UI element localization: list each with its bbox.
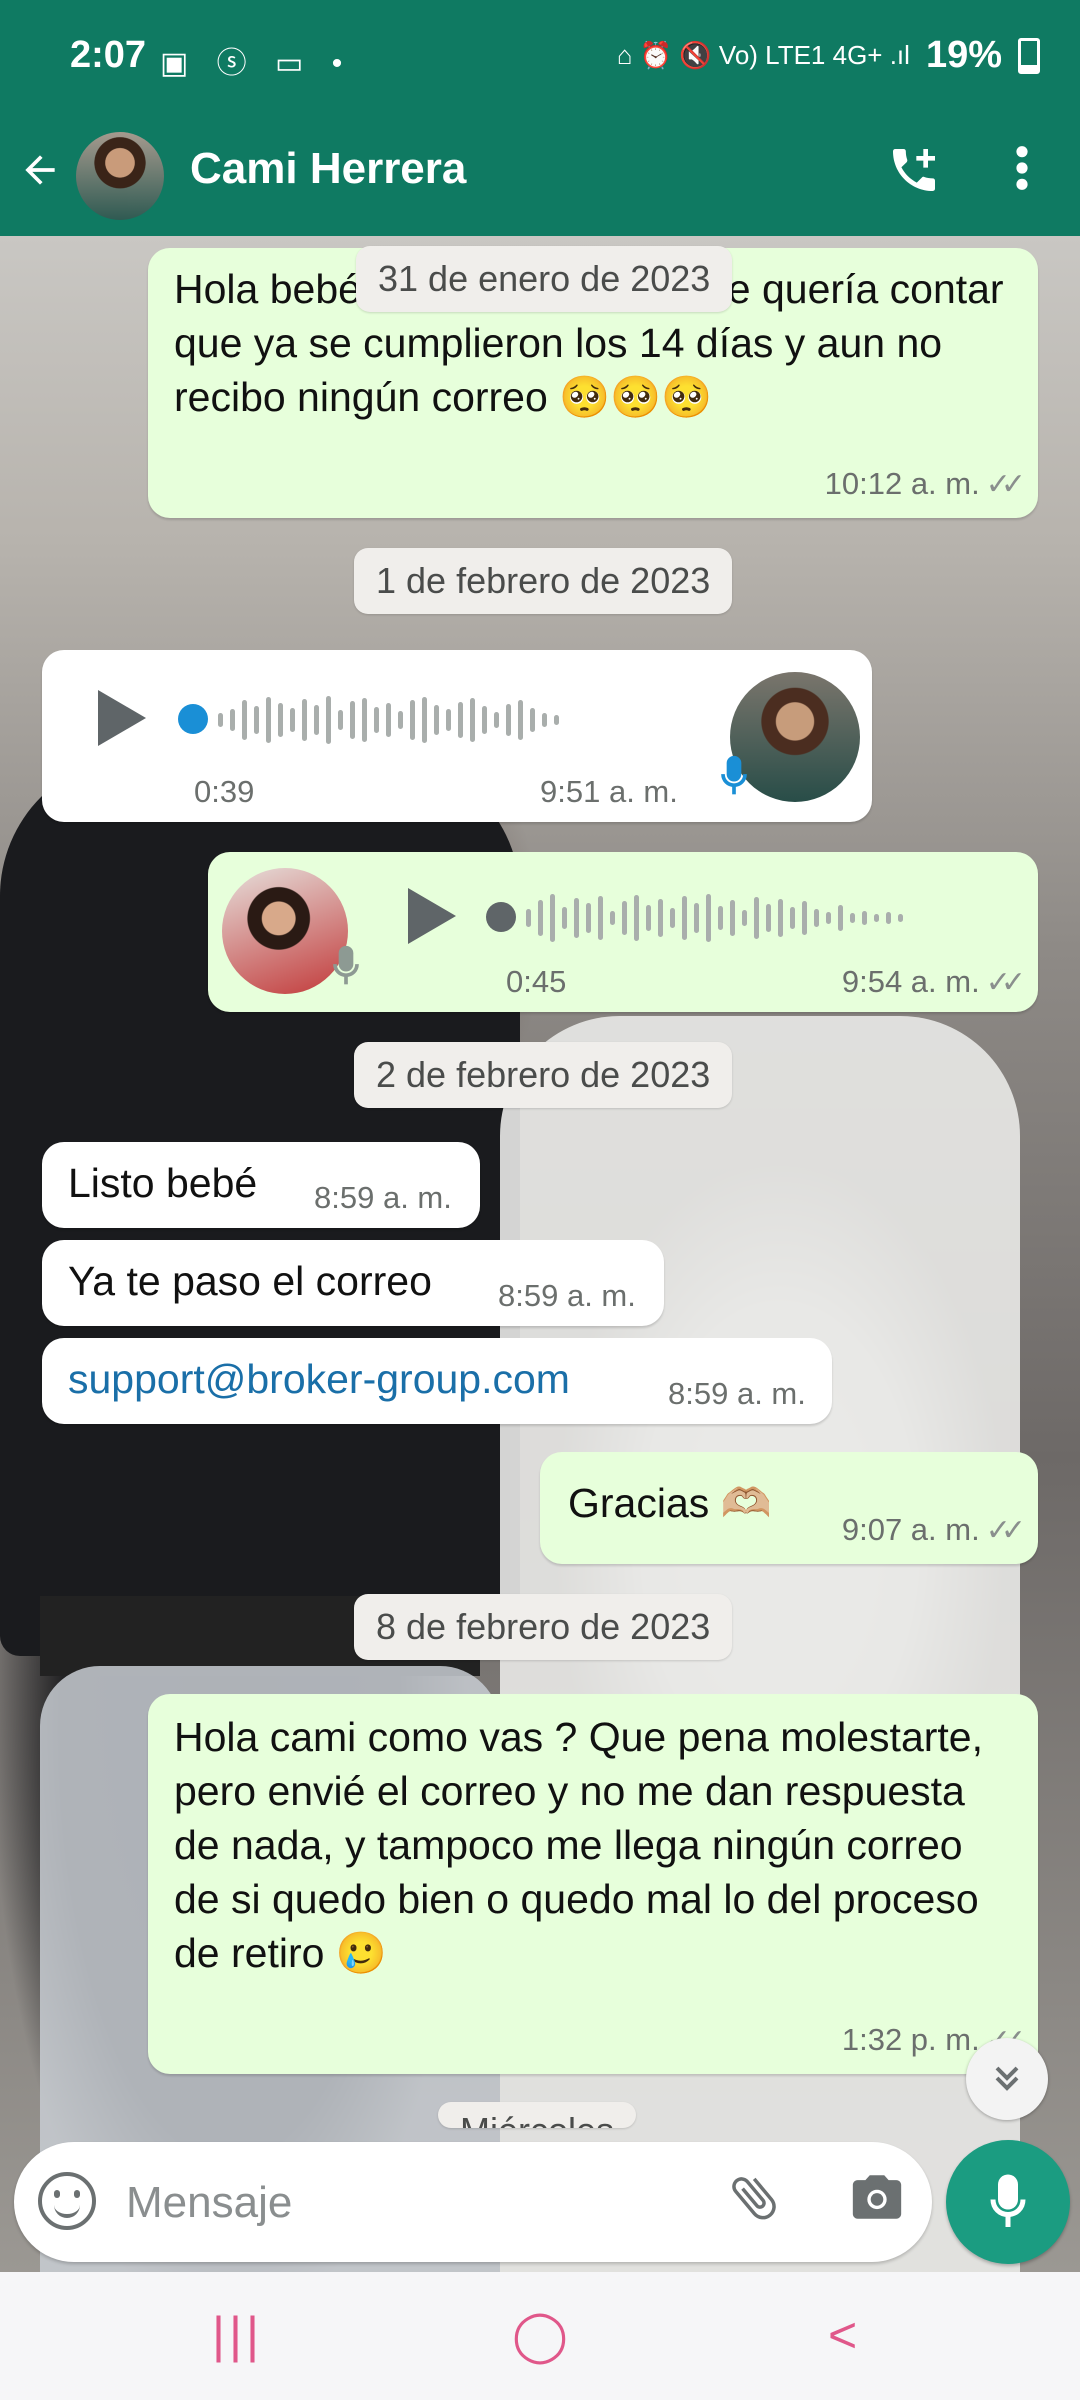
message-time: 9:07 a. m.	[841, 1512, 980, 1547]
date-chip: 1 de febrero de 2023	[354, 548, 733, 614]
playback-position[interactable]	[486, 902, 516, 932]
status-time: 2:07	[70, 34, 147, 76]
contact-name[interactable]: Cami Herrera	[190, 144, 466, 194]
incoming-voice-message[interactable]: 0:39 9:51 a. m.	[42, 650, 872, 822]
arrow-left-icon[interactable]	[18, 148, 62, 201]
date-chip-label: Miércoles	[460, 2110, 614, 2128]
message-text: Gracias 🫶🏼	[568, 1480, 772, 1526]
battery-icon	[1018, 37, 1040, 74]
waveform[interactable]	[526, 888, 903, 948]
outgoing-voice-message[interactable]: 0:45 9:54 a. m. ✓✓	[208, 852, 1038, 1012]
date-chip: 8 de febrero de 2023	[354, 1594, 733, 1660]
incoming-message[interactable]: Ya te paso el correo 8:59 a. m.	[42, 1240, 664, 1326]
battery-level: 19%	[925, 34, 1002, 76]
home-button[interactable]: ◯	[512, 2306, 568, 2364]
message-time: 1:32 p. m.	[841, 2022, 980, 2057]
recents-button[interactable]: |||	[212, 2306, 263, 2364]
outgoing-message[interactable]: Hola cami como vas ? Que pena molestarte…	[148, 1694, 1038, 2074]
message-time: 8:59 a. m.	[498, 1278, 636, 1313]
scroll-to-bottom-button[interactable]	[966, 2038, 1048, 2120]
message-text: Hola cami como vas ? Que pena molestarte…	[174, 1714, 983, 1976]
system-status-icons: ⌂ ⏰ 🔇 Vo) LTE1 4G+ .ıl	[616, 40, 910, 70]
notification-icons: ▣ ⓢ ▭ •	[160, 47, 353, 80]
status-bar: 2:07 ▣ ⓢ ▭ • ⌂ ⏰ 🔇 Vo) LTE1 4G+ .ıl 19%	[0, 0, 1080, 118]
message-meta: 9:54 a. m. ✓✓	[841, 964, 1026, 1000]
date-chip: 2 de febrero de 2023	[354, 1042, 733, 1108]
double-check-icon: ✓✓	[985, 1514, 1026, 1547]
double-check-icon: ✓✓	[985, 468, 1026, 501]
mic-icon	[718, 754, 750, 808]
outgoing-message[interactable]: Gracias 🫶🏼 9:07 a. m. ✓✓	[540, 1452, 1038, 1564]
message-time: 8:59 a. m.	[314, 1180, 452, 1215]
camera-icon[interactable]	[848, 2172, 906, 2219]
message-input[interactable]	[124, 2164, 688, 2242]
message-time: 8:59 a. m.	[668, 1376, 806, 1411]
mic-icon	[330, 944, 362, 998]
message-composer	[14, 2142, 932, 2262]
email-link[interactable]: support@broker-group.com	[68, 1352, 570, 1406]
play-icon[interactable]	[98, 690, 146, 746]
back-button[interactable]: <	[828, 2306, 857, 2364]
incoming-message[interactable]: support@broker-group.com 8:59 a. m.	[42, 1338, 832, 1424]
contact-avatar[interactable]	[76, 132, 164, 220]
system-navigation-bar: ||| ◯ <	[0, 2272, 1080, 2400]
message-time: 9:51 a. m.	[540, 774, 678, 809]
message-time: 9:54 a. m.	[841, 964, 980, 999]
chat-header: Cami Herrera	[0, 118, 1080, 236]
add-call-icon[interactable]	[886, 142, 942, 211]
voice-duration: 0:45	[506, 964, 567, 999]
double-check-icon: ✓✓	[985, 966, 1026, 999]
system-icons: ⌂ ⏰ 🔇 Vo) LTE1 4G+ .ıl 19%	[617, 34, 1040, 77]
date-chip: Miércoles	[438, 2102, 637, 2128]
more-vertical-icon[interactable]	[1010, 140, 1034, 209]
playback-position[interactable]	[178, 704, 208, 734]
message-time: 10:12 a. m.	[824, 466, 980, 501]
message-text: Ya te paso el correo	[68, 1258, 432, 1304]
message-meta: 10:12 a. m. ✓✓	[824, 466, 1026, 502]
message-meta: 9:07 a. m. ✓✓	[841, 1512, 1026, 1548]
paperclip-icon[interactable]	[714, 2158, 801, 2247]
record-voice-button[interactable]	[946, 2140, 1070, 2264]
emoji-icon[interactable]	[38, 2172, 96, 2230]
voice-duration: 0:39	[194, 774, 255, 809]
play-icon[interactable]	[408, 888, 456, 944]
waveform[interactable]	[218, 690, 559, 750]
incoming-message[interactable]: Listo bebé 8:59 a. m.	[42, 1142, 480, 1228]
message-text: Listo bebé	[68, 1160, 258, 1206]
mic-icon	[990, 2174, 1026, 2227]
date-chip: 31 de enero de 2023	[356, 246, 733, 312]
